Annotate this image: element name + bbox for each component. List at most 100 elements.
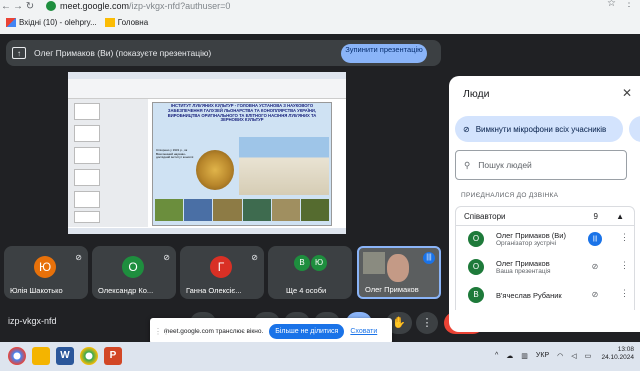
- clock-date: 24.10.2024: [601, 354, 634, 361]
- participant-name: Юлія Шакотько: [10, 286, 63, 295]
- self-video-tile[interactable]: ||| Олег Примаков: [357, 246, 441, 299]
- person-row[interactable]: В В'ячеслав Рубаник ⊘ ⋮: [455, 282, 635, 310]
- close-icon[interactable]: ✕: [622, 86, 632, 100]
- chevron-up-icon[interactable]: ▲: [616, 212, 624, 221]
- ppt-titlebar: [68, 72, 346, 79]
- search-placeholder: Пошук людей: [478, 160, 532, 170]
- people-panel: Люди ✕ ⊘ Вимкнути мікрофони всіх учасник…: [449, 76, 640, 332]
- system-tray: ^ ☁ ▥ УКР ◠ ◁ ▭: [495, 352, 591, 360]
- contributors-group[interactable]: Співавтори 9 ▲: [455, 206, 635, 226]
- person-row[interactable]: О Олег Примаков Ваша презентація ⊘ ⋮: [455, 254, 635, 282]
- more-participants-tile[interactable]: В Ю Ще 4 особи: [268, 246, 352, 299]
- search-icon: ⚲: [464, 159, 471, 170]
- participant-name: Олександр Ко...: [98, 286, 154, 295]
- site-info-icon[interactable]: [46, 1, 56, 11]
- menu-dots-icon[interactable]: ⋮: [624, 0, 634, 9]
- clock[interactable]: 13:08 24.10.2024: [601, 346, 634, 362]
- taskbar: W P ^ ☁ ▥ УКР ◠ ◁ ▭ 13:08 24.10.2024: [0, 342, 640, 371]
- bookmark-home[interactable]: Головна: [104, 17, 148, 27]
- background-window: [363, 252, 385, 274]
- file-explorer-icon[interactable]: [32, 347, 50, 365]
- camera-feed: [387, 254, 409, 282]
- mic-off-icon: ⊘: [163, 253, 170, 262]
- more-options-button[interactable]: ⋮: [416, 312, 438, 334]
- stop-sharing-button[interactable]: Більше не ділитися: [269, 323, 345, 339]
- network-icon[interactable]: ▥: [521, 352, 528, 360]
- avatar: Ю: [34, 256, 56, 278]
- person-role: Організатор зустрічі: [496, 240, 557, 247]
- mute-all-button[interactable]: ⊘ Вимкнути мікрофони всіх учасників: [455, 116, 623, 142]
- sharing-text: meet.google.com транслює вікно.: [164, 327, 264, 335]
- url-text[interactable]: meet.google.com/izp-vkgx-nfd?authuser=0: [60, 1, 230, 11]
- ppt-slide-panel: [68, 99, 148, 227]
- back-arrow-icon[interactable]: ←: [0, 1, 12, 12]
- person-row[interactable]: О Олег Примаков (Ви) Організатор зустріч…: [455, 226, 635, 254]
- participant-tile[interactable]: ⊘ О Олександр Ко...: [92, 246, 176, 299]
- slide-title: ІНСТИТУТ ЛУБ'ЯНИХ КУЛЬТУР - ГОЛОВНА УСТА…: [167, 103, 317, 123]
- medal-image: [196, 150, 234, 190]
- mic-off-icon: ⊘: [251, 253, 258, 262]
- person-name: В'ячеслав Рубаник: [496, 291, 562, 300]
- wifi-icon[interactable]: ◠: [557, 352, 563, 360]
- bookmark-label: Вхідні (10) - olehpry...: [19, 17, 97, 27]
- building-photo: [239, 137, 329, 195]
- slide-thumb: [74, 125, 100, 142]
- reload-icon[interactable]: ↻: [24, 1, 36, 12]
- photo-strip: [155, 199, 330, 221]
- powerpoint-icon[interactable]: P: [104, 347, 122, 365]
- participant-name: Ганна Олексіє...: [186, 286, 242, 295]
- address-bar: ← → ↻ meet.google.com/izp-vkgx-nfd?authu…: [0, 0, 640, 12]
- person-name: Олег Примаков (Ви): [496, 231, 566, 240]
- participant-tile[interactable]: ⊘ Ю Юлія Шакотько: [4, 246, 88, 299]
- meet-stage: ↑ Олег Примаков (Ви) (показуєте презента…: [0, 34, 640, 342]
- forward-arrow-icon[interactable]: →: [12, 1, 24, 12]
- slide-canvas: ІНСТИТУТ ЛУБ'ЯНИХ КУЛЬТУР - ГОЛОВНА УСТА…: [152, 102, 332, 226]
- panel-title: Люди: [463, 88, 490, 100]
- drive-folder-icon: [104, 17, 115, 27]
- avatar: О: [122, 256, 144, 278]
- cloud-icon[interactable]: ☁: [506, 352, 513, 360]
- more-vert-icon[interactable]: ⋮: [620, 288, 629, 299]
- url-path: /izp-vkgx-nfd?authuser=0: [129, 1, 231, 11]
- slide-caption: Створено у 1931 р., як Всесоюзний науков…: [156, 148, 194, 160]
- participant-name: Олег Примаков: [365, 285, 419, 294]
- volume-icon[interactable]: ◁: [571, 352, 576, 360]
- person-name: Олег Примаков: [496, 259, 550, 268]
- bookmarks-bar: Вхідні (10) - olehpry... Головна: [0, 13, 640, 31]
- hide-link[interactable]: Сховати: [350, 328, 377, 335]
- drag-handle-icon[interactable]: ⋮⋮: [154, 327, 170, 336]
- slide-thumb: [74, 169, 100, 186]
- present-screen-icon: ↑: [12, 47, 26, 59]
- clock-time: 13:08: [617, 346, 634, 353]
- avatar: О: [468, 231, 484, 247]
- word-icon[interactable]: W: [56, 347, 74, 365]
- chevron-up-icon[interactable]: ^: [495, 352, 498, 360]
- slide-thumb: [74, 191, 100, 208]
- shared-screen: ІНСТИТУТ ЛУБ'ЯНИХ КУЛЬТУР - ГОЛОВНА УСТА…: [68, 72, 346, 234]
- battery-icon[interactable]: ▭: [585, 352, 592, 360]
- avatar: В: [468, 287, 484, 303]
- chrome-profile-icon[interactable]: [80, 347, 98, 365]
- group-count: 9: [593, 211, 598, 221]
- star-icon[interactable]: ☆: [607, 0, 616, 9]
- more-vert-icon[interactable]: ⋮: [620, 260, 629, 271]
- chrome-icon[interactable]: [8, 347, 26, 365]
- ppt-statusbar: [68, 228, 346, 234]
- search-people-input[interactable]: ⚲ Пошук людей: [455, 150, 627, 180]
- language-indicator[interactable]: УКР: [536, 352, 549, 360]
- participant-name: Ще 4 особи: [286, 286, 327, 295]
- stop-presenting-button[interactable]: Зупинити презентацію: [341, 44, 427, 63]
- slide-thumb: [74, 211, 100, 223]
- mic-off-icon: ⊘: [591, 262, 599, 271]
- section-heading: ПРИЄДНАЛИСЯ ДО ДЗВІНКА: [461, 192, 559, 199]
- meeting-code: izp-vkgx-nfd: [8, 316, 57, 326]
- person-role: Ваша презентація: [496, 268, 551, 275]
- avatar: О: [468, 259, 484, 275]
- slide-thumb: [74, 103, 100, 120]
- gmail-icon: [6, 17, 16, 27]
- add-people-button[interactable]: [629, 116, 640, 142]
- bookmark-gmail[interactable]: Вхідні (10) - olehpry...: [6, 17, 97, 27]
- participant-tile[interactable]: ⊘ Г Ганна Олексіє...: [180, 246, 264, 299]
- more-vert-icon[interactable]: ⋮: [620, 232, 629, 243]
- mute-all-label: Вимкнути мікрофони всіх учасників: [475, 124, 607, 134]
